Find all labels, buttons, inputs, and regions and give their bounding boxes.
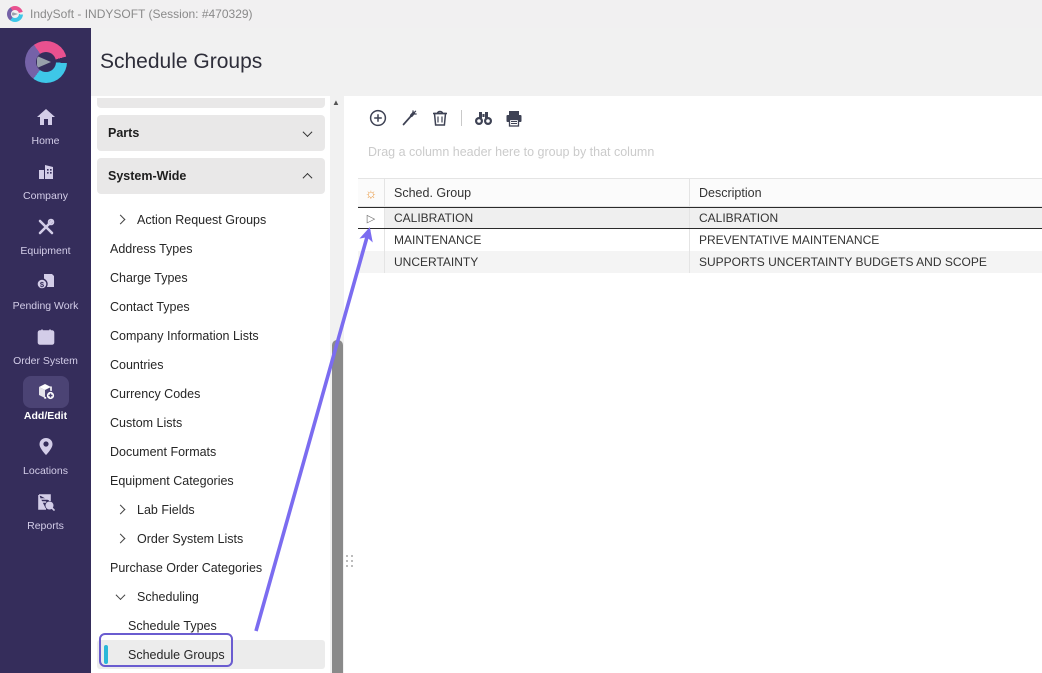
grid-toolbar (368, 108, 524, 128)
sidebar-item-locations[interactable]: Locations (0, 426, 91, 481)
nav-item-currency-codes[interactable]: Currency Codes (97, 379, 325, 408)
page-title: Schedule Groups (100, 50, 262, 74)
home-icon (23, 101, 69, 133)
chevron-down-icon (116, 590, 126, 600)
sidebar: Home Company Equipment $ Pending Work Or… (0, 28, 91, 673)
sidebar-item-home[interactable]: Home (0, 96, 91, 151)
grid-header-row: ☼ Sched. Group Description (358, 178, 1042, 207)
nav-scrollbar[interactable]: ▲ (330, 96, 344, 673)
selected-item-accent-bar (104, 645, 108, 664)
app-window: IndySoft - INDYSOFT (Session: #470329) S… (0, 0, 1042, 673)
sidebar-item-label: Pending Work (13, 300, 79, 312)
sidebar-item-label: Equipment (20, 245, 70, 257)
nav-item-contact-types[interactable]: Contact Types (97, 292, 325, 321)
delete-trash-icon[interactable] (430, 108, 450, 128)
locations-icon (23, 431, 69, 463)
sidebar-item-equipment[interactable]: Equipment (0, 206, 91, 261)
chevron-up-icon (303, 172, 313, 182)
cell-sched-group[interactable]: CALIBRATION (385, 208, 690, 228)
row-indicator (358, 251, 385, 273)
sidebar-item-order-system[interactable]: Order System (0, 316, 91, 371)
nav-item-address-types[interactable]: Address Types (97, 234, 325, 263)
row-indicator: ▷ (358, 208, 385, 228)
cell-description[interactable]: CALIBRATION (690, 208, 1042, 228)
accordion-partial-header (97, 98, 325, 108)
find-binoculars-icon[interactable] (473, 108, 493, 128)
app-logo-icon (7, 6, 23, 22)
nav-item-action-request-groups[interactable]: Action Request Groups (97, 205, 325, 234)
pending-work-icon: $ (23, 266, 69, 298)
group-by-hint: Drag a column header here to group by th… (368, 145, 654, 159)
focused-row-arrow-icon: ▷ (367, 212, 375, 225)
table-row[interactable]: MAINTENANCE PREVENTATIVE MAINTENANCE (358, 229, 1042, 251)
sun-indicator-icon: ☼ (365, 186, 378, 200)
scrollbar-thumb[interactable] (332, 340, 343, 673)
add-circle-icon[interactable] (368, 108, 388, 128)
chevron-down-icon (303, 127, 313, 137)
scroll-up-arrow-icon[interactable]: ▲ (332, 98, 340, 107)
nav-item-schedule-types[interactable]: Schedule Types (97, 611, 325, 640)
panel-splitter-grip[interactable] (346, 555, 355, 570)
system-wide-items: Action Request Groups Address Types Char… (97, 205, 325, 669)
chevron-right-icon (116, 534, 126, 544)
nav-panel: Parts System-Wide Action Request Groups … (91, 96, 331, 673)
cell-description[interactable]: SUPPORTS UNCERTAINTY BUDGETS AND SCOPE (690, 251, 1042, 273)
accordion-section-parts[interactable]: Parts (97, 115, 325, 151)
add-edit-icon (23, 376, 69, 408)
page-header: Schedule Groups (91, 28, 1042, 96)
nav-item-charge-types[interactable]: Charge Types (97, 263, 325, 292)
brand-logo-icon (25, 41, 67, 83)
accordion-section-system-wide[interactable]: System-Wide (97, 158, 325, 194)
sidebar-item-reports[interactable]: Reports (0, 481, 91, 536)
nav-item-schedule-groups[interactable]: Schedule Groups (97, 640, 325, 669)
table-row[interactable]: ▷ CALIBRATION CALIBRATION (358, 207, 1042, 229)
nav-item-scheduling[interactable]: Scheduling (97, 582, 325, 611)
sidebar-item-pending-work[interactable]: $ Pending Work (0, 261, 91, 316)
column-header-sched-group[interactable]: Sched. Group (385, 179, 690, 206)
chevron-right-icon (116, 215, 126, 225)
toolbar-separator (461, 110, 462, 126)
grid-indicator-header[interactable]: ☼ (358, 179, 385, 206)
nav-item-purchase-order-categories[interactable]: Purchase Order Categories (97, 553, 325, 582)
cell-description[interactable]: PREVENTATIVE MAINTENANCE (690, 229, 1042, 251)
row-indicator (358, 229, 385, 251)
edit-wand-icon[interactable] (399, 108, 419, 128)
nav-item-countries[interactable]: Countries (97, 350, 325, 379)
reports-icon (23, 486, 69, 518)
column-header-description[interactable]: Description (690, 179, 1042, 206)
sidebar-item-label: Company (23, 190, 68, 202)
main-content: Drag a column header here to group by th… (358, 96, 1042, 673)
sidebar-item-label: Locations (23, 465, 68, 477)
nav-item-custom-lists[interactable]: Custom Lists (97, 408, 325, 437)
sidebar-item-label: Add/Edit (24, 410, 67, 422)
sidebar-item-label: Home (31, 135, 59, 147)
cell-sched-group[interactable]: UNCERTAINTY (385, 251, 690, 273)
schedule-groups-grid: ☼ Sched. Group Description ▷ CALIBRATION… (358, 178, 1042, 273)
nav-item-company-information-lists[interactable]: Company Information Lists (97, 321, 325, 350)
table-row[interactable]: UNCERTAINTY SUPPORTS UNCERTAINTY BUDGETS… (358, 251, 1042, 273)
titlebar: IndySoft - INDYSOFT (Session: #470329) (0, 0, 1042, 28)
sidebar-item-label: Order System (13, 355, 78, 367)
cell-sched-group[interactable]: MAINTENANCE (385, 229, 690, 251)
sidebar-item-add-edit[interactable]: Add/Edit (0, 371, 91, 426)
window-title: IndySoft - INDYSOFT (Session: #470329) (30, 7, 253, 21)
sidebar-item-label: Reports (27, 520, 64, 532)
sidebar-item-company[interactable]: Company (0, 151, 91, 206)
nav-item-order-system-lists[interactable]: Order System Lists (97, 524, 325, 553)
order-system-icon (23, 321, 69, 353)
equipment-icon (23, 211, 69, 243)
nav-item-equipment-categories[interactable]: Equipment Categories (97, 466, 325, 495)
chevron-right-icon (116, 505, 126, 515)
company-icon (23, 156, 69, 188)
print-icon[interactable] (504, 108, 524, 128)
brand-logo (0, 28, 91, 96)
nav-item-document-formats[interactable]: Document Formats (97, 437, 325, 466)
nav-item-lab-fields[interactable]: Lab Fields (97, 495, 325, 524)
